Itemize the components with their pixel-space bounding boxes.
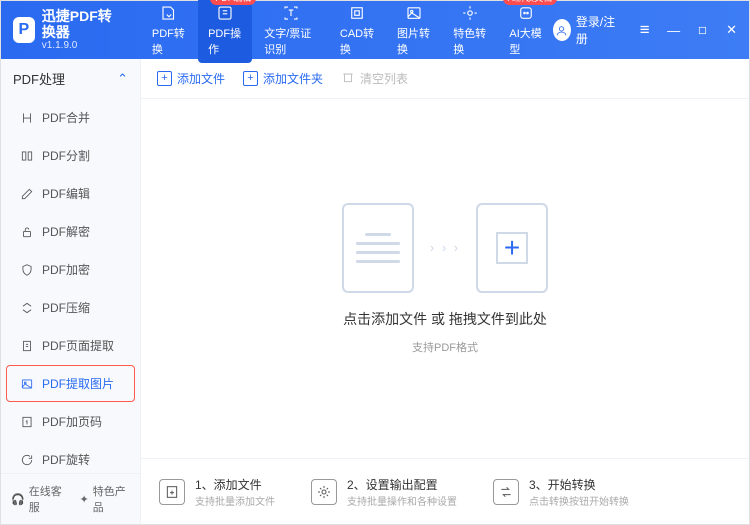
step-3: 3、开始转换点击转换按钮开始转换 <box>493 476 629 508</box>
cad-icon <box>347 3 367 23</box>
step-settings-icon <box>311 479 337 505</box>
sidebar-item-merge[interactable]: PDF合并 <box>6 99 135 136</box>
toolbar: +添加文件 +添加文件夹 清空列表 <box>141 59 749 99</box>
nav-pdf-ops[interactable]: PDF编辑 PDF操作 <box>198 0 252 63</box>
plus-file-icon: + <box>157 71 172 86</box>
page-number-icon <box>19 414 34 429</box>
sidebar-item-split[interactable]: PDF分割 <box>6 137 135 174</box>
unlock-icon <box>19 224 34 239</box>
drop-graphic: › › › + <box>342 203 548 293</box>
plus-folder-icon: + <box>243 71 258 86</box>
sidebar-item-decrypt[interactable]: PDF解密 <box>6 213 135 250</box>
drop-secondary-text: 支持PDF格式 <box>412 339 478 355</box>
nav-special[interactable]: 特色转换 <box>443 0 497 63</box>
document-icon <box>342 203 414 293</box>
special-products-link[interactable]: ✦特色产品 <box>79 483 130 515</box>
sidebar-item-encrypt[interactable]: PDF加密 <box>6 251 135 288</box>
online-service-link[interactable]: 🎧在线客服 <box>11 483 65 515</box>
sidebar: PDF处理 ⌃ PDF合并 PDF分割 PDF编辑 PDF解密 PDF加密 PD… <box>1 59 141 524</box>
close-button[interactable]: ✕ <box>720 16 743 44</box>
step-convert-icon <box>493 479 519 505</box>
ai-badge: AI解读文档 <box>503 0 558 5</box>
pdf-edit-badge: PDF编辑 <box>210 0 256 5</box>
image-convert-icon <box>404 3 424 23</box>
sidebar-header[interactable]: PDF处理 ⌃ <box>1 59 140 98</box>
compress-icon <box>19 300 34 315</box>
sidebar-item-compress[interactable]: PDF压缩 <box>6 289 135 326</box>
image-extract-icon <box>19 376 34 391</box>
sidebar-item-rotate[interactable]: PDF旋转 <box>6 441 135 473</box>
headset-icon: 🎧 <box>11 493 25 506</box>
app-logo: P 迅捷PDF转换器 v1.1.9.0 <box>13 9 124 51</box>
ai-icon <box>516 3 536 23</box>
nav-pdf-convert[interactable]: PDF转换 <box>142 0 196 63</box>
maximize-button[interactable] <box>691 16 714 44</box>
add-folder-button[interactable]: +添加文件夹 <box>243 70 323 87</box>
edit-icon <box>19 186 34 201</box>
arrow-right-icon: › › › <box>430 240 460 255</box>
page-extract-icon <box>19 338 34 353</box>
sidebar-item-edit[interactable]: PDF编辑 <box>6 175 135 212</box>
drop-zone[interactable]: › › › + 点击添加文件 或 拖拽文件到此处 支持PDF格式 <box>141 99 749 458</box>
avatar-icon <box>553 19 571 41</box>
logo-icon: P <box>13 17 35 43</box>
pdf-ops-icon <box>215 3 235 23</box>
drop-primary-text: 点击添加文件 或 拖拽文件到此处 <box>343 309 547 329</box>
nav-tabs: PDF转换 PDF编辑 PDF操作 文字/票证识别 CAD转换 图片转换 <box>142 0 553 63</box>
sidebar-item-page-number[interactable]: PDF加页码 <box>6 403 135 440</box>
trash-icon <box>341 70 355 87</box>
sidebar-item-extract-page[interactable]: PDF页面提取 <box>6 327 135 364</box>
app-title: 迅捷PDF转换器 <box>42 9 124 40</box>
titlebar: P 迅捷PDF转换器 v1.1.9.0 PDF转换 PDF编辑 PDF操作 文字… <box>1 1 749 59</box>
pdf-convert-icon <box>159 3 179 23</box>
minimize-button[interactable]: — <box>662 16 685 44</box>
step-1: 1、添加文件支持批量添加文件 <box>159 476 275 508</box>
lock-icon <box>19 262 34 277</box>
login-button[interactable]: 登录/注册 <box>553 13 617 47</box>
chevron-up-icon: ⌃ <box>117 71 128 87</box>
ocr-icon <box>281 3 301 23</box>
special-icon <box>460 3 480 23</box>
clear-list-button[interactable]: 清空列表 <box>341 70 408 87</box>
add-target-icon: + <box>476 203 548 293</box>
star-icon: ✦ <box>79 493 88 506</box>
nav-ai[interactable]: AI解读文档 AI大模型 <box>499 0 553 63</box>
add-file-button[interactable]: +添加文件 <box>157 70 225 87</box>
app-version: v1.1.9.0 <box>42 40 124 51</box>
sidebar-item-extract-image[interactable]: PDF提取图片 <box>6 365 135 402</box>
step-2: 2、设置输出配置支持批量操作和各种设置 <box>311 476 457 508</box>
rotate-icon <box>19 452 34 467</box>
nav-cad[interactable]: CAD转换 <box>330 0 385 63</box>
step-add-icon <box>159 479 185 505</box>
menu-button[interactable]: ≡ <box>633 16 656 44</box>
merge-icon <box>19 110 34 125</box>
nav-ocr[interactable]: 文字/票证识别 <box>254 0 328 63</box>
nav-image[interactable]: 图片转换 <box>387 0 441 63</box>
steps-bar: 1、添加文件支持批量添加文件 2、设置输出配置支持批量操作和各种设置 3、开始转… <box>141 458 749 524</box>
split-icon <box>19 148 34 163</box>
